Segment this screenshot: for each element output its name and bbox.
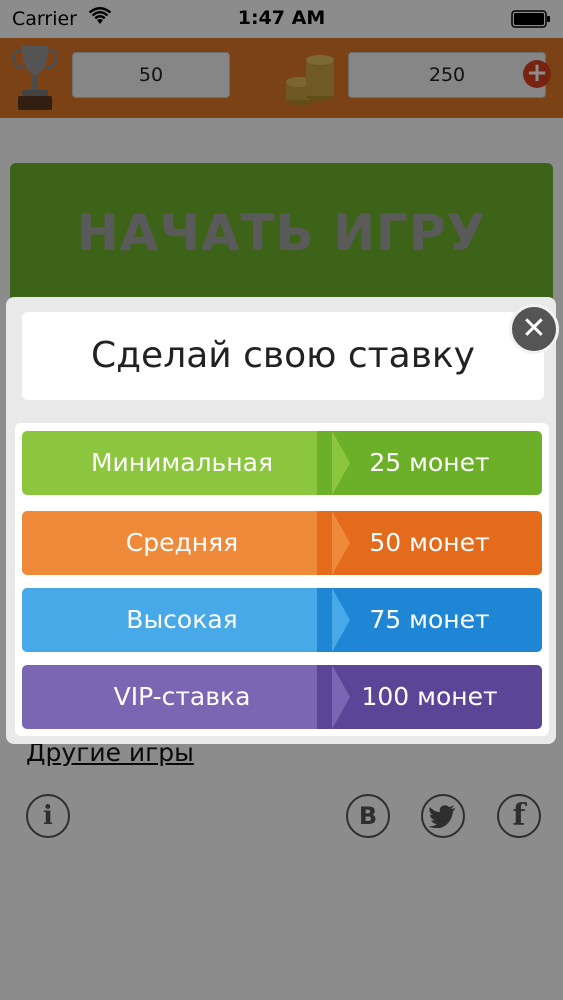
- bet-option-vip[interactable]: VIP-ставка 100 монет: [22, 665, 542, 729]
- bet-option-label: Средняя: [22, 511, 342, 575]
- bet-option-value: 75 монет: [317, 588, 542, 652]
- modal-title: Сделай свою ставку: [22, 312, 544, 400]
- arrow-shape: [332, 511, 350, 575]
- bet-modal: Сделай свою ставку ✕ Минимальная 25 моне…: [6, 297, 559, 744]
- bet-option-value: 50 монет: [317, 511, 542, 575]
- bet-options: Минимальная 25 монет Средняя 50 монет Вы…: [15, 423, 549, 736]
- bet-option-label: VIP-ставка: [22, 665, 342, 729]
- bet-option-min[interactable]: Минимальная 25 монет: [22, 431, 542, 495]
- arrow-shape: [332, 588, 350, 652]
- arrow-shape: [332, 431, 350, 495]
- bet-option-label: Минимальная: [22, 431, 342, 495]
- arrow-shape: [332, 665, 350, 729]
- bet-option-value: 100 монет: [317, 665, 542, 729]
- bet-option-high[interactable]: Высокая 75 монет: [22, 588, 542, 652]
- close-icon[interactable]: ✕: [509, 304, 559, 354]
- bet-option-label: Высокая: [22, 588, 342, 652]
- bet-option-value: 25 монет: [317, 431, 542, 495]
- bet-option-medium[interactable]: Средняя 50 монет: [22, 511, 542, 575]
